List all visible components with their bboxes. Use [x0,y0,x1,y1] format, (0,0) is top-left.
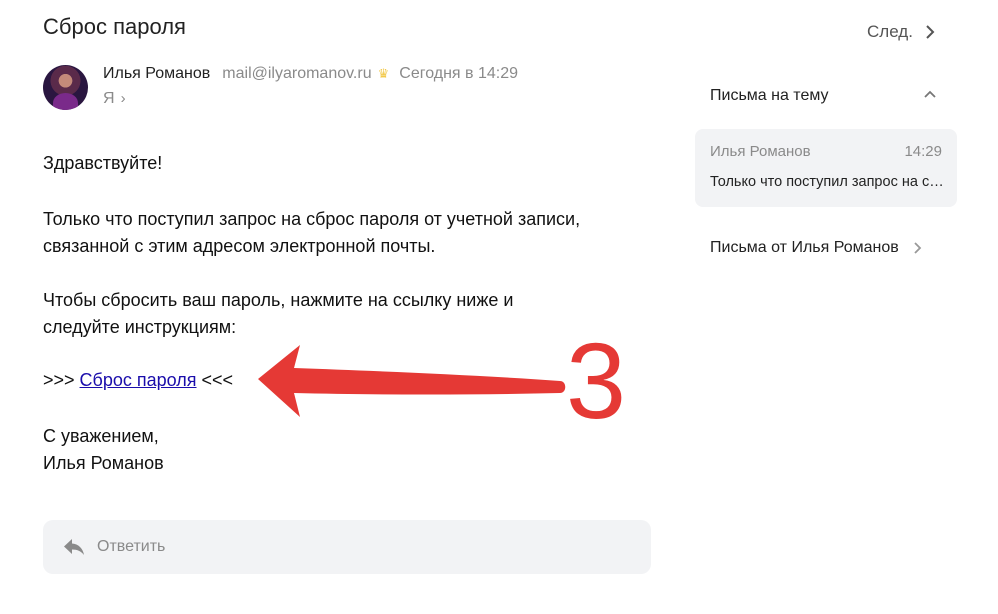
recipient-toggle[interactable]: Я › [103,90,126,108]
body-paragraph-2: Чтобы сбросить ваш пароль, нажмите на сс… [43,287,513,341]
next-message-link[interactable]: След. [867,22,935,42]
reply-icon [64,539,84,555]
signoff-line: С уважением, [43,426,159,446]
crown-icon: ♛ [377,66,390,81]
sender-name[interactable]: Илья Романов [103,65,210,83]
signoff-name: Илья Романов [43,453,164,473]
signoff: С уважением, Илья Романов [43,423,164,477]
greeting: Здравствуйте! [43,153,163,173]
link-prefix: >>> [43,370,80,390]
from-sender-label: Письма от Илья Романов [710,239,899,256]
thread-item[interactable]: Илья Романов 14:29 Только что поступил з… [695,129,957,207]
body-line: связанной с этим адресом электронной поч… [43,236,436,256]
body-line: Только что поступил запрос на сброс паро… [43,209,581,229]
reply-label: Ответить [97,538,166,555]
sent-time: Сегодня в 14:29 [399,65,519,82]
thread-item-time: 14:29 [904,143,942,160]
chevron-right-icon [926,25,935,39]
reset-password-link[interactable]: Сброс пароля [80,370,197,390]
body-line: следуйте инструкциям: [43,317,237,337]
chevron-right-icon: › [120,90,126,107]
reset-link-line: >>> Сброс пароля <<< [43,367,233,394]
thread-item-sender: Илья Романов [710,143,811,160]
sender-avatar[interactable] [43,65,88,110]
link-suffix: <<< [196,370,234,390]
next-label: След. [867,22,913,41]
chevron-right-icon [914,242,921,254]
body-paragraph-1: Только что поступил запрос на сброс паро… [43,206,580,260]
annotation-number: 3 [566,320,627,441]
chevron-up-icon[interactable] [922,86,938,102]
body-line: Чтобы сбросить ваш пароль, нажмите на сс… [43,290,514,310]
annotation-arrow [258,345,566,417]
sender-email[interactable]: mail@ilyaromanov.ru [222,65,371,83]
sender-line: Илья Романов mail@ilyaromanov.ru ♛ Сегод… [103,65,518,83]
thread-title: Письма на тему [710,87,829,104]
recipient-label: Я [103,90,115,107]
reply-button[interactable]: Ответить [43,520,651,574]
thread-item-snippet: Только что поступил запрос на сброс паро… [710,174,945,190]
message-subject: Сброс пароля [43,14,186,39]
messages-from-sender-link[interactable]: Письма от Илья Романов [710,239,922,257]
